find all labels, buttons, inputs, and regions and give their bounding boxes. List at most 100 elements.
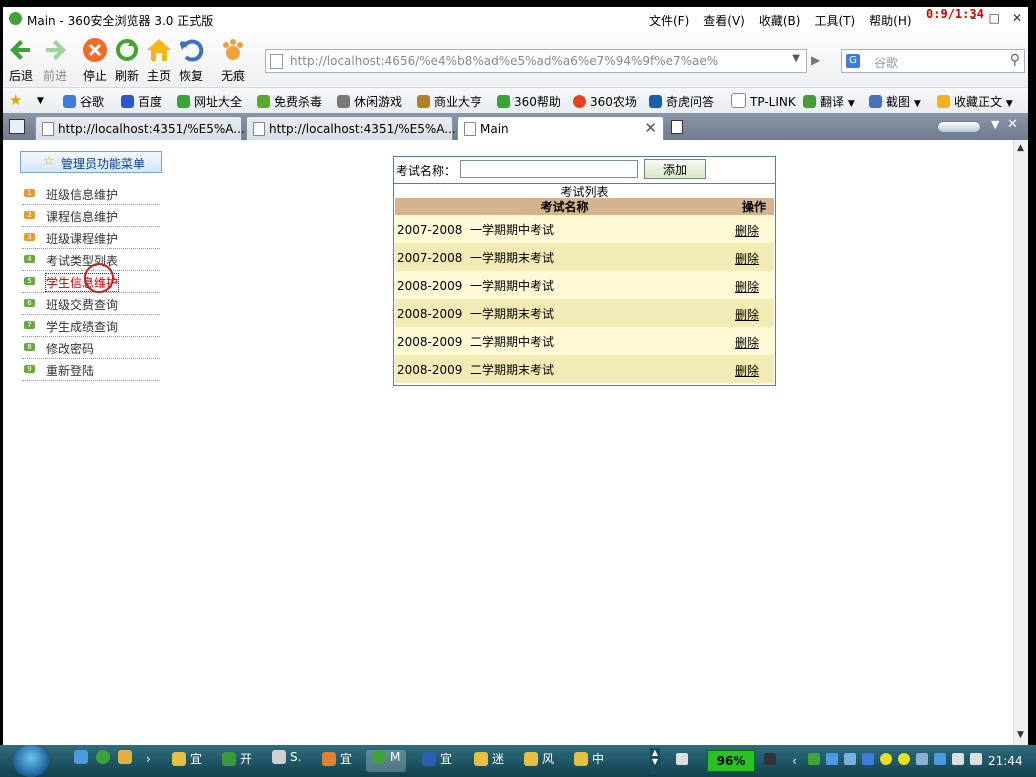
start-button[interactable]: [13, 745, 49, 777]
fav-google[interactable]: 谷歌: [63, 93, 104, 110]
maximize-icon[interactable]: □: [989, 11, 1000, 25]
delete-link[interactable]: 删除: [735, 306, 759, 323]
sidebar-item-class-info[interactable]: 1 班级信息维护: [22, 184, 160, 205]
menu-help[interactable]: 帮助(H): [869, 12, 911, 29]
google-icon[interactable]: G: [846, 54, 860, 68]
minimize-icon[interactable]: –: [971, 11, 977, 25]
taskbar-item-app-2[interactable]: 开: [222, 750, 252, 772]
favorites-star-icon[interactable]: ★: [9, 91, 22, 109]
fav-games[interactable]: 休闲游戏: [337, 93, 402, 110]
menu-tools[interactable]: 工具(T): [814, 12, 855, 29]
go-icon[interactable]: ▶: [811, 53, 820, 67]
tray-app-icon[interactable]: [916, 753, 928, 765]
chevron-down-icon[interactable]: ▼: [792, 53, 800, 64]
delete-link[interactable]: 删除: [735, 362, 759, 379]
fav-antivirus[interactable]: 免费杀毒: [257, 93, 322, 110]
home-button[interactable]: 主页: [141, 31, 177, 84]
fav-360-farm[interactable]: 360农场: [573, 93, 637, 110]
taskbar-scroll[interactable]: ▲ ▼: [650, 748, 660, 774]
sidebar-item-change-password[interactable]: 8 修改密码: [22, 338, 160, 359]
close-icon[interactable]: ✕: [1007, 117, 1018, 132]
tab-localhost-2[interactable]: http://localhost:4351/%E5%A...: [246, 116, 456, 141]
delete-link[interactable]: 删除: [735, 278, 759, 295]
search-box[interactable]: G 谷歌 ⚲: [841, 49, 1025, 73]
menu-favorites[interactable]: 收藏(B): [759, 12, 801, 29]
chevron-right-icon[interactable]: ›: [146, 752, 151, 774]
tab-main[interactable]: Main ✕: [457, 116, 664, 141]
chevron-down-icon[interactable]: ▼: [37, 96, 44, 106]
back-button[interactable]: 后退: [3, 31, 39, 84]
fav-qa[interactable]: 奇虎问答: [649, 93, 714, 110]
fav-360-help[interactable]: 360帮助: [497, 93, 561, 110]
taskbar-item-app-3[interactable]: S.: [272, 750, 301, 772]
fav-business[interactable]: 商业大亨: [417, 93, 482, 110]
add-button[interactable]: 添加: [644, 159, 706, 179]
qq-icon[interactable]: [880, 753, 892, 765]
chevron-down-icon[interactable]: ▼: [991, 118, 999, 131]
fav-save-text[interactable]: 收藏正文 ▼: [937, 93, 1013, 110]
fav-url-nav[interactable]: 网址大全: [177, 93, 242, 110]
refresh-button[interactable]: 刷新: [109, 31, 145, 84]
vertical-scrollbar[interactable]: ▲ ▼: [1013, 140, 1028, 745]
page-icon: [253, 122, 265, 136]
taskbar-item-folder-9[interactable]: 中: [574, 750, 604, 772]
quicklaunch-ie-icon[interactable]: [74, 750, 92, 772]
menu-file[interactable]: 文件(F): [649, 12, 689, 29]
tab-localhost-1[interactable]: http://localhost:4351/%E5%A...: [35, 116, 245, 141]
keyboard-icon[interactable]: [676, 753, 688, 765]
restore-button[interactable]: 恢复: [173, 31, 209, 84]
sidebar-item-fee-query[interactable]: 6 班级交费查询: [22, 294, 160, 315]
taskbar-item-word[interactable]: 宜: [422, 750, 452, 772]
taskbar-item-app-8[interactable]: 风: [524, 750, 554, 772]
browser-window: Main - 360安全浏览器 3.0 正式版 文件(F) 查看(V) 收藏(B…: [3, 7, 1028, 745]
scroll-down-icon[interactable]: ▼: [1017, 730, 1024, 740]
bullet-icon: 9: [24, 365, 35, 373]
tray-app-icon[interactable]: [970, 753, 982, 765]
private-button[interactable]: 无痕: [215, 31, 251, 84]
search-icon[interactable]: ⚲: [1010, 52, 1020, 68]
sidebar-item-relogin[interactable]: 9 重新登陆: [22, 360, 160, 381]
tray-app-icon[interactable]: [844, 753, 856, 765]
chevron-left-icon[interactable]: ‹: [792, 754, 797, 768]
forward-button[interactable]: 前进: [37, 31, 73, 84]
taskbar-item-app-4[interactable]: 宜: [322, 750, 352, 772]
fav-tplink[interactable]: TP-LINK: [731, 93, 796, 109]
sidebar-item-course-info[interactable]: 2 课程信息维护: [22, 206, 160, 227]
taskbar-item-folder-1[interactable]: 宜: [172, 750, 202, 772]
fav-translate[interactable]: 翻译 ▼: [803, 93, 855, 110]
sidebar-toggle-icon[interactable]: [9, 119, 25, 134]
power-plug-icon[interactable]: [764, 753, 776, 765]
delete-link[interactable]: 删除: [735, 222, 759, 239]
home-icon: [147, 39, 171, 61]
sidebar-item-score-query[interactable]: 7 学生成绩查询: [22, 316, 160, 337]
fav-baidu[interactable]: 百度: [121, 93, 162, 110]
delete-link[interactable]: 删除: [735, 250, 759, 267]
menu-view[interactable]: 查看(V): [703, 12, 745, 29]
taskbar-item-app-7[interactable]: 迷: [474, 750, 504, 772]
exam-name-input[interactable]: [460, 160, 638, 178]
stop-button[interactable]: 停止: [77, 31, 113, 84]
delete-link[interactable]: 删除: [735, 334, 759, 351]
taskbar-item-browser[interactable]: M: [366, 750, 407, 772]
fav-screenshot[interactable]: 截图 ▼: [869, 93, 921, 110]
address-bar[interactable]: http://localhost:4656/%e4%b8%ad%e5%ad%a6…: [265, 49, 807, 73]
tray-360-icon[interactable]: [808, 753, 820, 765]
qq-icon[interactable]: [898, 753, 910, 765]
volume-icon[interactable]: [952, 753, 964, 765]
forward-label: 前进: [42, 69, 67, 83]
close-window-icon[interactable]: ✕: [1012, 11, 1022, 25]
quicklaunch-desktop-icon[interactable]: [118, 750, 136, 772]
sidebar-item-class-course[interactable]: 3 班级课程维护: [22, 228, 160, 249]
new-tab-icon[interactable]: [671, 120, 683, 134]
bullet-icon: 3: [24, 233, 35, 241]
tab-slider[interactable]: [937, 121, 981, 133]
tray-app-icon[interactable]: [862, 753, 874, 765]
quicklaunch-360-icon[interactable]: [96, 750, 114, 772]
close-tab-icon[interactable]: ✕: [644, 119, 657, 137]
private-label: 无痕: [220, 69, 245, 83]
bullet-icon: 5: [24, 277, 35, 285]
tray-network-icon[interactable]: [826, 753, 838, 765]
tray-app-icon[interactable]: [934, 753, 946, 765]
battery-indicator[interactable]: 96%: [707, 750, 755, 772]
scroll-up-icon[interactable]: ▲: [1017, 143, 1024, 153]
